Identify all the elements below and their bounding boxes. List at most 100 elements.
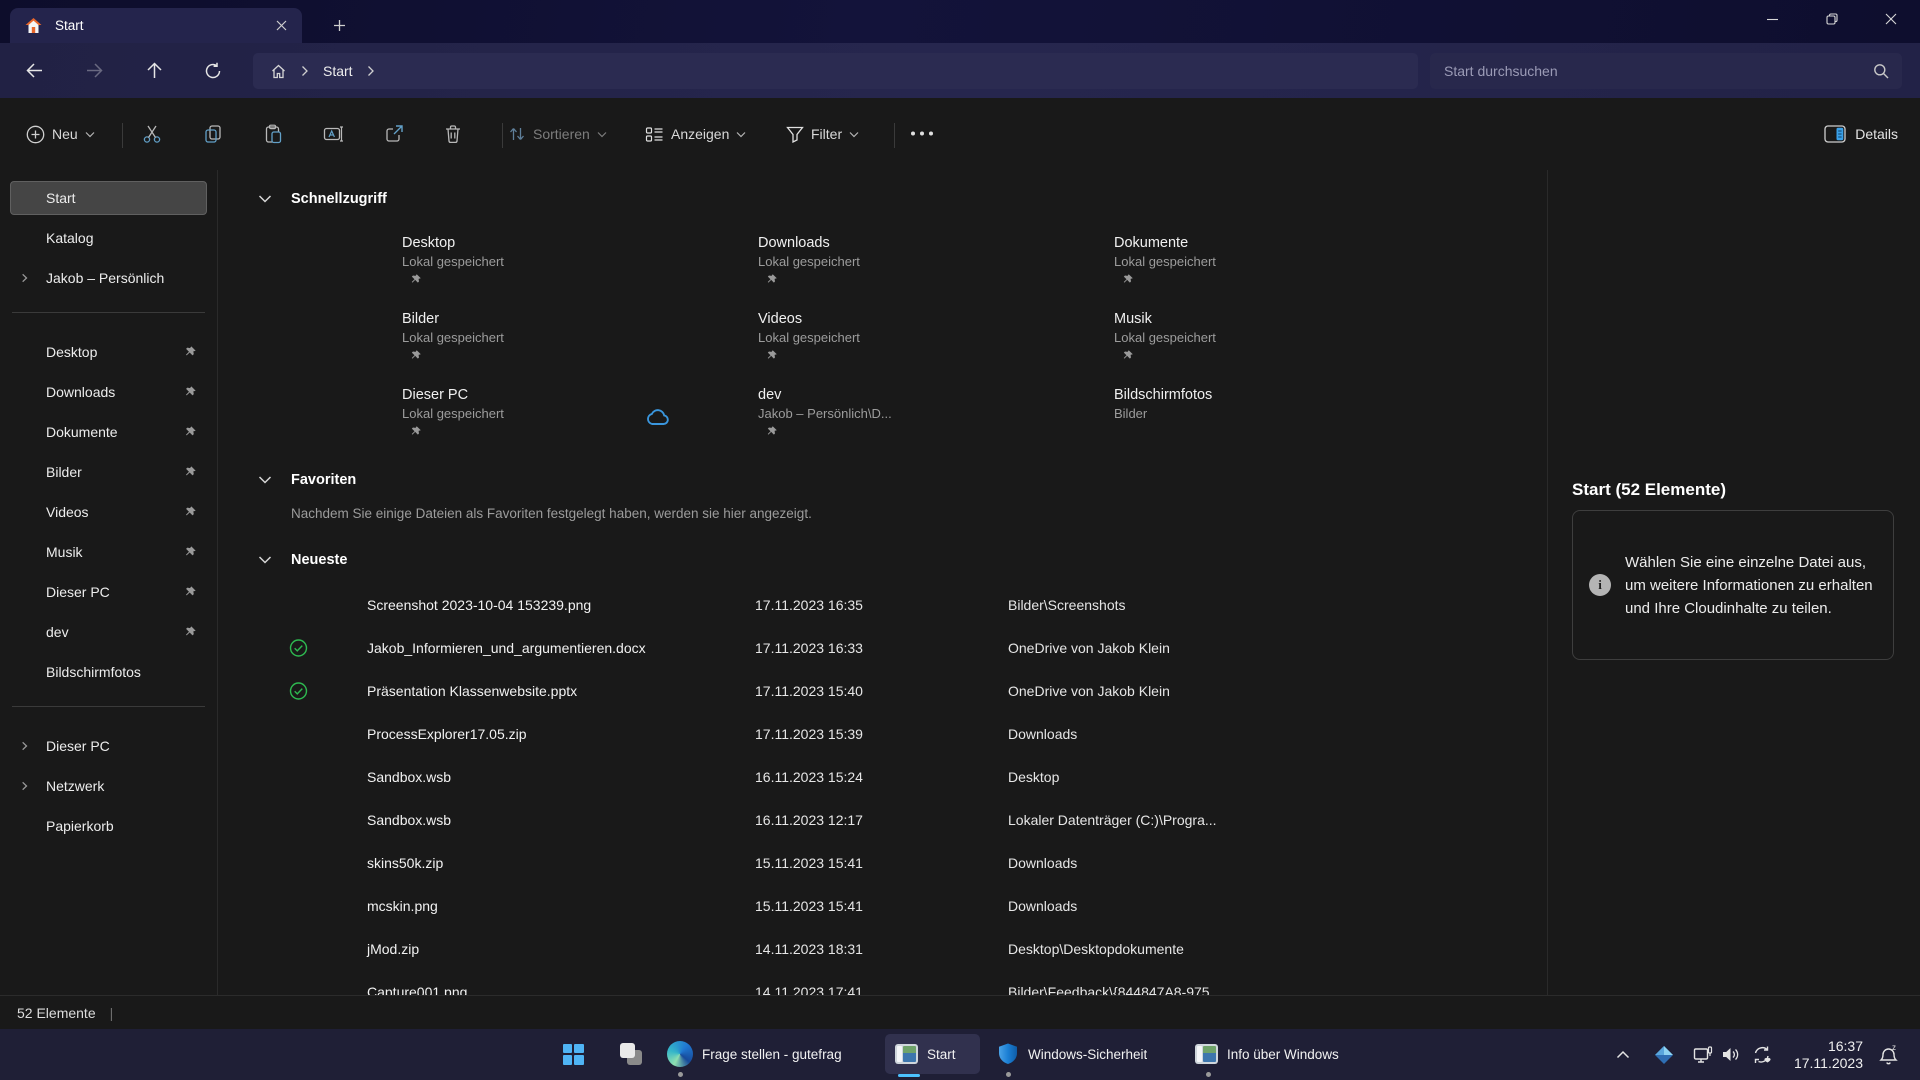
sidebar-item[interactable]: Dieser PC [10,575,207,609]
file-row[interactable]: jMod.zip 14.11.2023 18:31 Desktop\Deskto… [218,927,1547,970]
up-icon[interactable] [135,52,173,89]
tab-close-icon[interactable] [268,13,294,39]
share-icon[interactable] [384,124,404,144]
view-icon [645,126,664,143]
quick-access-tile[interactable]: Downloads Lokal gespeichert [758,226,1114,302]
restore-icon[interactable] [1802,0,1861,38]
sidebar-item[interactable]: Start [10,181,207,215]
sidebar-item[interactable]: Dieser PC [10,729,207,763]
explorer-tab[interactable]: Start [10,8,302,43]
sort-icon [508,125,526,143]
sidebar-item[interactable]: Bilder [10,455,207,489]
quick-access-tile[interactable]: Desktop Lokal gespeichert [402,226,758,302]
new-tab-icon[interactable] [325,11,353,39]
tray-volume-icon[interactable] [1716,1029,1744,1080]
sidebar-item-label: Bilder [46,464,82,480]
taskbar-button-label: Info über Windows [1227,1047,1339,1062]
sidebar-item[interactable]: Musik [10,535,207,569]
taskbar-explorer-button[interactable]: Start [885,1034,980,1074]
quick-access-tile[interactable]: Videos Lokal gespeichert [758,302,1114,378]
chevron-right-icon[interactable] [19,273,30,284]
paste-icon[interactable] [263,124,283,144]
chevron-down-icon[interactable] [258,475,272,485]
file-row[interactable]: Sandbox.wsb 16.11.2023 12:17 Lokaler Dat… [218,798,1547,841]
breadcrumb[interactable]: Start [253,53,1418,89]
section-recent[interactable]: Neueste [218,547,1547,577]
breadcrumb-item[interactable]: Start [323,63,353,79]
file-row[interactable]: skins50k.zip 15.11.2023 15:41 Downloads [218,841,1547,884]
quick-access-tile[interactable]: Musik Lokal gespeichert [1114,302,1470,378]
filter-button[interactable]: Filter [786,120,859,148]
tray-sync-icon[interactable] [1746,1029,1778,1080]
copy-icon[interactable] [203,124,223,144]
notification-bell-icon[interactable]: z [1870,1029,1906,1080]
chevron-right-icon[interactable] [19,781,30,792]
chevron-down-icon[interactable] [258,555,272,565]
file-row[interactable]: Screenshot 2023-10-04 153239.png 17.11.2… [218,583,1547,626]
sidebar-item[interactable]: Katalog [10,221,207,255]
pin-icon [765,349,778,362]
file-row[interactable]: ProcessExplorer17.05.zip 17.11.2023 15:3… [218,712,1547,755]
search-input[interactable] [1444,63,1860,79]
sidebar-item[interactable]: Downloads [10,375,207,409]
back-icon[interactable] [15,52,53,89]
tray-monitor-icon[interactable] [1688,1029,1718,1080]
tray-chevron-up-icon[interactable] [1608,1029,1638,1080]
quick-access-tile[interactable]: Dieser PC Lokal gespeichert [402,378,758,454]
sidebar-item[interactable]: Papierkorb [10,809,207,843]
chevron-right-icon[interactable] [367,65,375,77]
view-button[interactable]: Anzeigen [645,120,746,148]
sidebar-item[interactable]: Desktop [10,335,207,369]
cut-icon[interactable] [142,124,162,144]
sidebar-separator [12,312,205,313]
quick-access-tile[interactable]: Bilder Lokal gespeichert [402,302,758,378]
more-icon[interactable] [910,131,934,136]
taskbar-winver-button[interactable]: Info über Windows [1185,1034,1375,1074]
minimize-icon[interactable] [1743,0,1802,38]
tile-subtitle: Lokal gespeichert [1114,254,1470,269]
sort-button[interactable]: Sortieren [508,120,607,148]
close-icon[interactable] [1861,0,1920,38]
rename-icon[interactable] [323,124,344,144]
file-location: Downloads [1008,898,1077,914]
chevron-right-icon[interactable] [19,741,30,752]
sidebar-item[interactable]: Bildschirmfotos [10,655,207,689]
taskbar-security-button[interactable]: Windows-Sicherheit [985,1034,1155,1074]
quick-access-tile[interactable]: dev Jakob – Persönlich\D... [758,378,1114,454]
chevron-down-icon [597,131,607,138]
section-quick-access[interactable]: Schnellzugriff [218,186,1547,216]
file-row[interactable]: mcskin.png 15.11.2023 15:41 Downloads [218,884,1547,927]
new-button[interactable]: Neu [26,120,95,148]
active-indicator-pill [898,1074,920,1077]
sidebar-item[interactable]: Jakob – Persönlich [10,261,207,295]
sidebar-item[interactable]: Dokumente [10,415,207,449]
sidebar-item[interactable]: Netzwerk [10,769,207,803]
task-view-button[interactable] [611,1034,651,1074]
tray-time: 16:37 [1794,1038,1863,1055]
file-row[interactable]: Capture001.png 14.11.2023 17:41 Bilder\F… [218,970,1547,995]
file-row[interactable]: Jakob_Informieren_und_argumentieren.docx… [218,626,1547,669]
search-box[interactable] [1430,53,1902,89]
taskbar-edge-button[interactable]: Frage stellen - gutefrag [655,1034,877,1074]
details-info-box: i Wählen Sie eine einzelne Datei aus, um… [1572,510,1894,660]
tray-app-icon[interactable] [1648,1029,1680,1080]
delete-icon[interactable] [443,124,463,144]
tile-subtitle: Bilder [1114,406,1470,421]
sidebar-item[interactable]: dev [10,615,207,649]
refresh-icon[interactable] [194,52,232,89]
file-row[interactable]: Präsentation Klassenwebsite.pptx 17.11.2… [218,669,1547,712]
section-favorites[interactable]: Favoriten [218,467,1547,497]
sidebar-item[interactable]: Videos [10,495,207,529]
details-pane-title: Start (52 Elemente) [1572,480,1726,500]
details-pane-button[interactable]: Details [1824,120,1898,148]
file-row[interactable]: Sandbox.wsb 16.11.2023 15:24 Desktop [218,755,1547,798]
chevron-down-icon[interactable] [258,194,272,204]
forward-icon[interactable] [75,52,113,89]
quick-access-tile[interactable]: Dokumente Lokal gespeichert [1114,226,1470,302]
breadcrumb-home-icon[interactable] [270,63,287,80]
pin-icon [409,349,422,362]
quick-access-tile[interactable]: Bildschirmfotos Bilder [1114,378,1470,454]
tray-clock[interactable]: 16:37 17.11.2023 [1794,1029,1863,1080]
search-icon[interactable] [1873,63,1889,79]
start-menu-button[interactable] [553,1034,593,1074]
